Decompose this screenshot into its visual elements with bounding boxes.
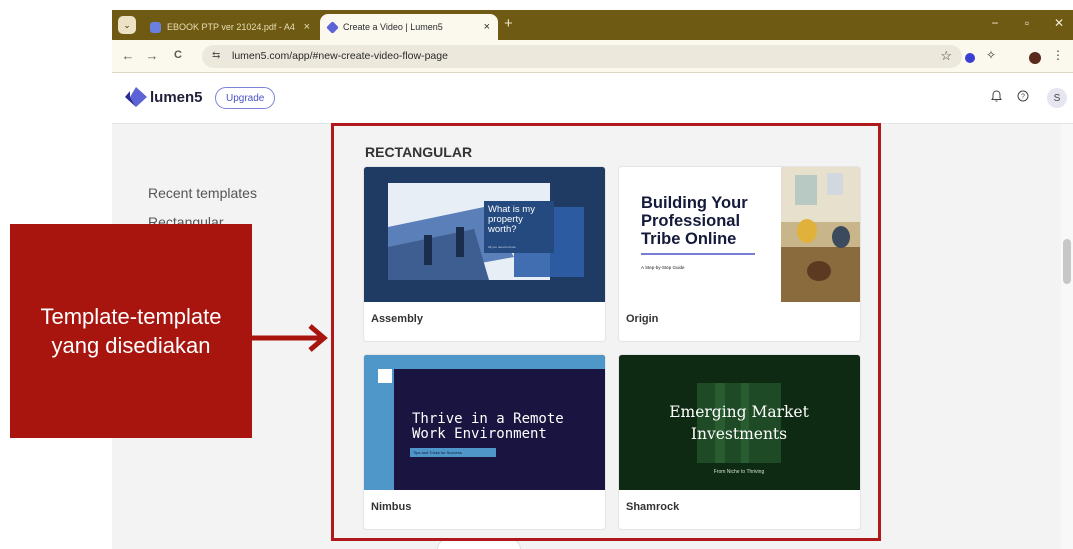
new-tab-button[interactable]: + [504, 15, 513, 32]
lumen5-favicon-icon [326, 20, 339, 34]
arrow-right-icon [252, 324, 328, 352]
page-scrollbar[interactable] [1061, 124, 1073, 549]
tab-close-icon[interactable]: × [484, 21, 490, 33]
reload-icon[interactable]: C [170, 49, 186, 61]
forward-icon[interactable]: → [144, 48, 160, 63]
tab-strip: ⌄ EBOOK PTP ver 21024.pdf - A4 × Create … [112, 10, 1073, 40]
annotation-callout: Template-template yang disediakan [10, 224, 252, 438]
extensions-puzzle-icon[interactable]: ✧ [983, 48, 999, 62]
profile-avatar[interactable] [1029, 52, 1041, 64]
bell-icon[interactable] [988, 90, 1004, 105]
window-close-icon[interactable]: ✕ [1049, 16, 1069, 30]
svg-text:?: ? [1021, 94, 1025, 101]
tab-lumen5[interactable]: Create a Video | Lumen5 × [320, 14, 498, 40]
tab-close-icon[interactable]: × [304, 21, 310, 33]
tab-title: EBOOK PTP ver 21024.pdf - A4 [167, 22, 295, 32]
upgrade-button[interactable]: Upgrade [215, 87, 276, 109]
screenshot-stage: ⌄ EBOOK PTP ver 21024.pdf - A4 × Create … [0, 0, 1073, 549]
annotation-highlight-box [331, 123, 881, 541]
bookmark-star-icon[interactable]: ☆ [940, 48, 952, 64]
tab-search-button[interactable]: ⌄ [118, 16, 136, 34]
callout-text: Template-template yang disediakan [40, 303, 222, 358]
back-icon[interactable]: ← [120, 48, 136, 63]
brand-name: lumen5 [150, 89, 203, 106]
tab-title: Create a Video | Lumen5 [343, 22, 443, 32]
help-icon[interactable]: ? [1015, 90, 1031, 105]
scrollbar-thumb[interactable] [1063, 239, 1071, 284]
sidebar-item-recent-templates[interactable]: Recent templates [148, 185, 257, 201]
user-avatar[interactable]: S [1047, 88, 1067, 108]
site-settings-icon[interactable]: ⇆ [212, 50, 220, 61]
lumen5-logo-icon [125, 87, 147, 107]
app-header: lumen5 Upgrade ? S [112, 73, 1073, 124]
browser-toolbar: ← → C ⇆ lumen5.com/app/#new-create-video… [112, 40, 1073, 73]
pdf-favicon-icon [150, 21, 161, 33]
extension-icon[interactable] [965, 53, 975, 63]
restore-icon[interactable]: ▫ [1017, 16, 1037, 30]
browser-menu-icon[interactable]: ⋮ [1050, 48, 1066, 62]
address-bar[interactable]: ⇆ lumen5.com/app/#new-create-video-flow-… [202, 45, 962, 68]
minimize-icon[interactable]: − [985, 16, 1005, 30]
url-text: lumen5.com/app/#new-create-video-flow-pa… [232, 50, 448, 62]
tab-ebook-pdf[interactable]: EBOOK PTP ver 21024.pdf - A4 × [142, 14, 318, 40]
